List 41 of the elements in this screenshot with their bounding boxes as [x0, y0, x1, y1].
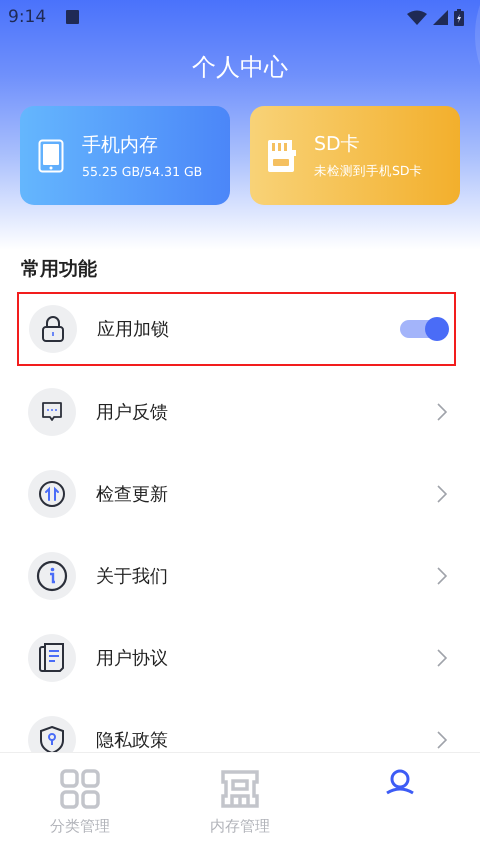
card-title: 手机内存 [82, 133, 159, 158]
chevron-icon [437, 567, 447, 585]
chevron-icon [437, 485, 447, 503]
battery-icon [454, 8, 464, 26]
memory-chip-icon [220, 769, 260, 809]
notification-icon [66, 10, 80, 24]
card-subtitle: 55.25 GB/54.31 GB [82, 164, 202, 179]
menu-label: 关于我们 [96, 565, 168, 588]
menu-item[interactable]: 用户反馈 [17, 376, 456, 448]
section-title: 常用功能 [20, 257, 98, 282]
menu-label: 用户反馈 [96, 401, 168, 424]
phone-icon [38, 138, 64, 172]
user-icon [386, 769, 414, 795]
menu-label: 应用加锁 [97, 318, 169, 341]
page-title: 个人中心 [191, 52, 289, 83]
menu-item[interactable]: 用户协议 [17, 622, 456, 694]
grid-icon [60, 769, 100, 809]
highlighted-menu-item[interactable]: 应用加锁 [17, 292, 456, 366]
signal-icon [433, 10, 448, 24]
menu-label: 检查更新 [96, 483, 168, 506]
wifi-icon [407, 10, 427, 24]
tab-label: 分类管理 [50, 817, 110, 836]
menu-label: 用户协议 [96, 647, 168, 670]
tab-label: 内存管理 [210, 817, 270, 836]
chevron-icon [437, 649, 447, 667]
sd-card-icon [268, 140, 296, 172]
shield-icon [40, 726, 64, 752]
message-icon [41, 401, 63, 423]
status-time: 9:14 [8, 7, 46, 27]
lock-icon [42, 316, 64, 342]
toggle-switch[interactable] [400, 320, 446, 338]
menu-label: 隐私政策 [96, 729, 168, 752]
card-subtitle: 未检测到手机SD卡 [314, 163, 423, 180]
document-icon [39, 643, 65, 673]
menu-item[interactable]: 检查更新 [17, 458, 456, 530]
info-icon [36, 560, 68, 592]
chevron-icon [437, 731, 447, 749]
menu-item[interactable]: 关于我们 [17, 540, 456, 612]
card-title: SD卡 [314, 132, 361, 157]
update-icon [38, 480, 66, 508]
chevron-icon [437, 403, 447, 421]
